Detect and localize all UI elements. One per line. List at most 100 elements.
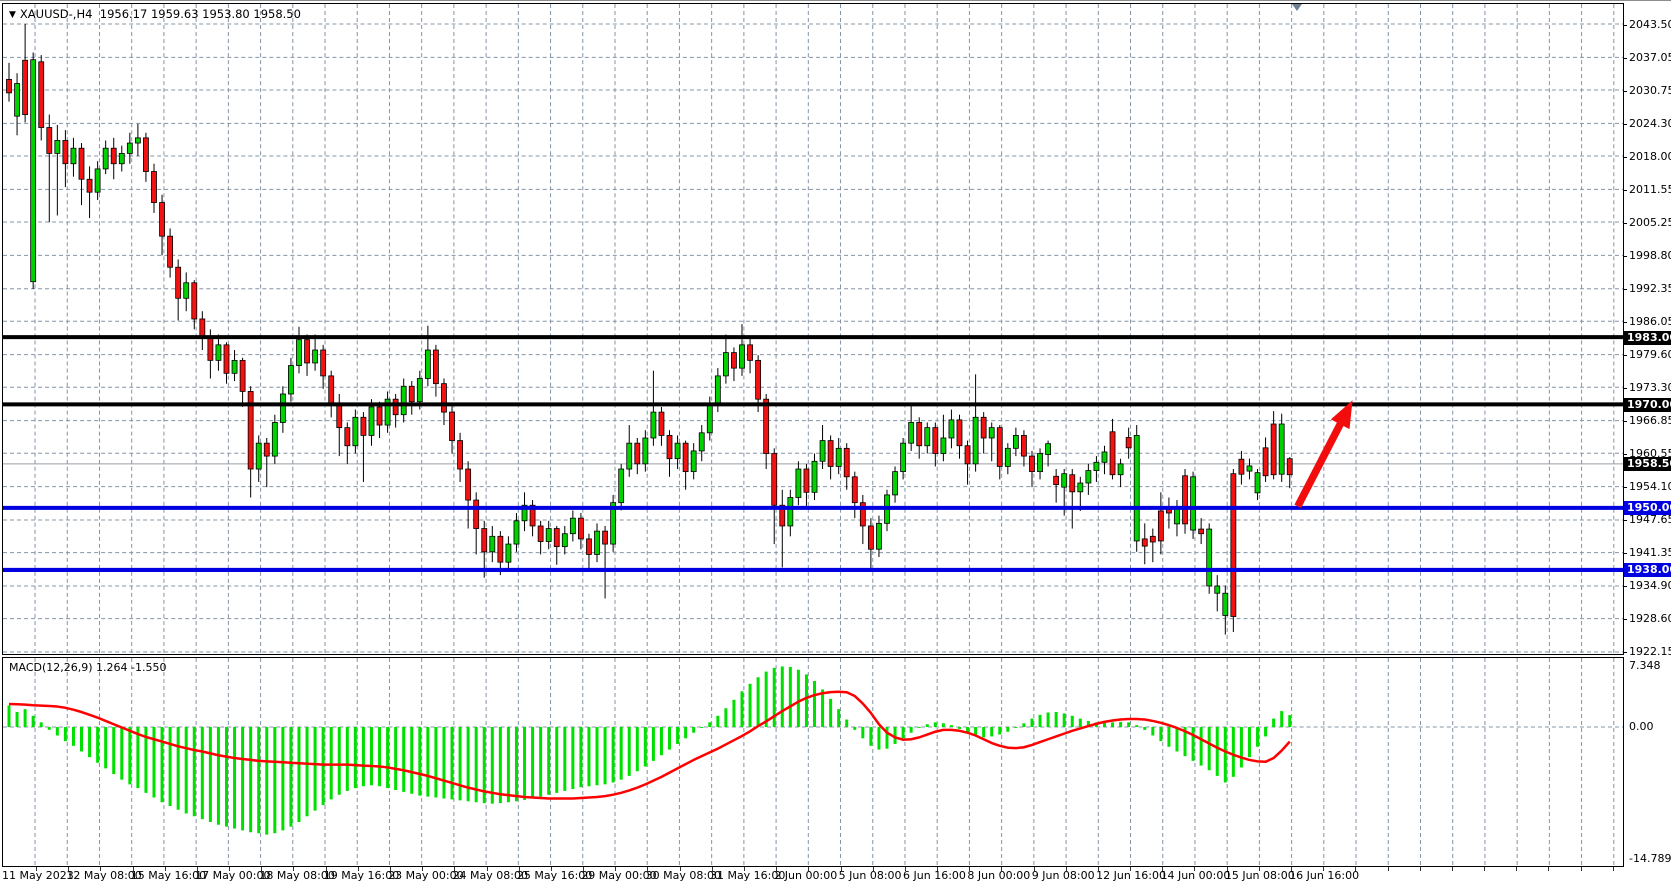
- price-axis-label: 2011.55: [1629, 183, 1671, 196]
- time-axis-tick: [422, 867, 423, 871]
- chart-title: ▼XAUUSD-,H4 1956.17 1959.63 1953.80 1958…: [9, 7, 301, 21]
- candle-body: [667, 435, 672, 458]
- candle-body: [570, 518, 575, 534]
- candle-body: [450, 412, 455, 440]
- candle-body: [949, 420, 954, 438]
- time-axis-tick: [1162, 867, 1163, 871]
- candle-body: [715, 376, 720, 404]
- candle-body: [103, 148, 108, 169]
- candle-body: [256, 443, 261, 469]
- time-axis-tick: [905, 867, 906, 871]
- time-axis-tick: [100, 867, 101, 871]
- time-axis-label: 2 Jun 00:00: [774, 869, 837, 882]
- price-axis-tick: [1623, 454, 1627, 455]
- time-axis-tick: [197, 867, 198, 871]
- candle-body: [852, 477, 857, 503]
- candle-body: [1207, 529, 1212, 586]
- price-chart-panel[interactable]: [2, 3, 1624, 655]
- candle-body: [756, 360, 761, 399]
- macd-axis-label: 7.348: [1629, 659, 1661, 672]
- macd-label: MACD(12,26,9) 1.264 -1.550: [9, 661, 167, 674]
- candle-body: [433, 350, 438, 384]
- time-axis-tick: [808, 867, 809, 871]
- price-axis-tick: [1623, 586, 1627, 587]
- time-axis-tick: [1130, 867, 1131, 871]
- candle-body: [651, 412, 656, 438]
- time-axis-tick: [36, 867, 37, 871]
- candle-body: [200, 319, 205, 337]
- candle-body: [603, 531, 608, 544]
- candle-body: [1013, 435, 1018, 448]
- candle-body: [1078, 483, 1083, 492]
- candle-body: [1005, 448, 1010, 466]
- time-axis-tick: [165, 867, 166, 871]
- candle-body: [39, 62, 44, 128]
- candle-body: [1191, 477, 1196, 530]
- candle-body: [232, 360, 237, 373]
- candle-body: [562, 534, 567, 547]
- candle-body: [111, 148, 116, 164]
- time-axis-tick: [390, 867, 391, 871]
- candle-body: [224, 345, 229, 373]
- time-axis-tick: [1259, 867, 1260, 871]
- candle-body: [578, 518, 583, 539]
- time-axis-tick: [1291, 867, 1292, 871]
- price-axis-tick: [1623, 58, 1627, 59]
- candle-body: [925, 428, 930, 446]
- time-axis-tick: [1034, 867, 1035, 871]
- candle-body: [586, 539, 591, 555]
- candle-body: [23, 60, 28, 114]
- candle-body: [699, 433, 704, 451]
- candle-body: [184, 283, 189, 299]
- candles[interactable]: [7, 24, 1293, 635]
- candle-body: [353, 417, 358, 445]
- candle-body: [1118, 464, 1123, 475]
- price-axis-tick: [1623, 256, 1627, 257]
- chart-shift-marker-icon[interactable]: [1292, 4, 1302, 11]
- symbol-dropdown-icon[interactable]: ▼: [9, 10, 16, 20]
- candle-body: [997, 428, 1002, 467]
- candle-body: [1134, 435, 1139, 541]
- time-axis-tick: [841, 867, 842, 871]
- time-axis-tick: [647, 867, 648, 871]
- candle-body: [345, 428, 350, 446]
- candle-body: [772, 454, 777, 506]
- candle-body: [15, 84, 20, 117]
- price-axis-tick: [1623, 25, 1627, 26]
- price-chart-canvas[interactable]: [3, 4, 1623, 654]
- candle-body: [933, 428, 938, 454]
- candle-body: [844, 448, 849, 476]
- candle-body: [514, 521, 519, 544]
- time-axis-tick: [937, 867, 938, 871]
- time-axis-tick: [776, 867, 777, 871]
- candle-body: [1158, 511, 1163, 541]
- candle-body: [63, 140, 68, 163]
- price-axis-label: 2005.25: [1629, 216, 1671, 229]
- candle-body: [876, 523, 881, 549]
- price-axis-label: 1998.80: [1629, 249, 1671, 262]
- candle-body: [329, 376, 334, 404]
- candle-body: [31, 60, 36, 282]
- candle-body: [1199, 529, 1204, 534]
- macd-canvas[interactable]: [3, 658, 1623, 866]
- candle-body: [1102, 452, 1107, 462]
- candle-body: [812, 461, 817, 492]
- price-axis-label: 1934.90: [1629, 579, 1671, 592]
- time-axis-tick: [1227, 867, 1228, 871]
- macd-indicator-panel[interactable]: [2, 657, 1624, 867]
- price-axis-tick: [1623, 157, 1627, 158]
- price-axis-label: 2043.50: [1629, 18, 1671, 31]
- price-axis-tick: [1623, 355, 1627, 356]
- candle-body: [1150, 536, 1155, 542]
- time-axis-tick: [712, 867, 713, 871]
- time-axis-tick: [1194, 867, 1195, 871]
- price-axis-label: 2024.30: [1629, 117, 1671, 130]
- time-axis-tick: [1420, 867, 1421, 871]
- time-axis-tick: [1516, 867, 1517, 871]
- macd-axis-label: 0.00: [1629, 720, 1654, 733]
- time-axis-tick: [326, 867, 327, 871]
- candle-body: [828, 441, 833, 467]
- candle-body: [1094, 462, 1099, 470]
- candle-body: [7, 79, 12, 92]
- time-axis-label: 11 May 2023: [2, 869, 74, 882]
